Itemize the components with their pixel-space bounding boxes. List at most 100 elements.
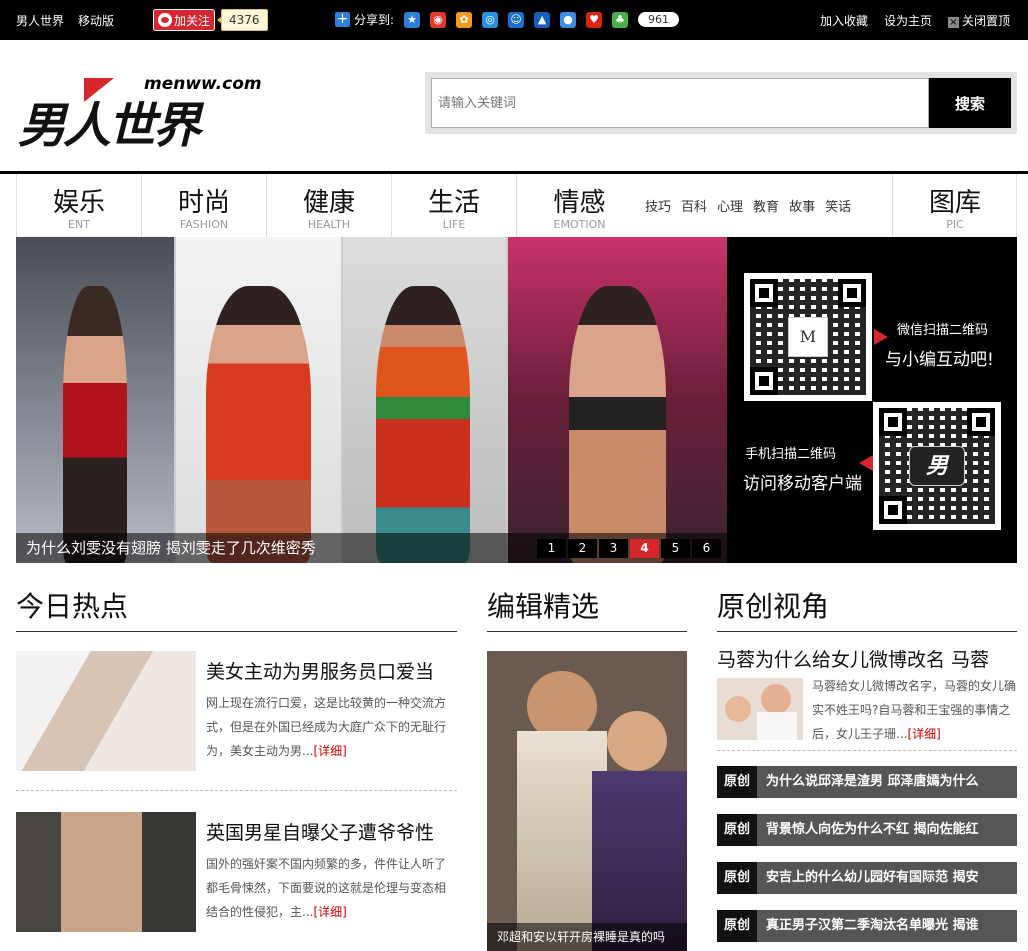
subnav-item-jokes[interactable]: 笑话 bbox=[825, 196, 851, 215]
weibo-follow: 加关注 4376 bbox=[153, 9, 268, 31]
list-item: 英国男星自曝父子遭爷爷性 国外的强奸案不国内频繁的多，件件让人听了都毛骨悚然，下… bbox=[16, 812, 457, 942]
weibo-follower-count: 4376 bbox=[217, 9, 268, 31]
nav-label-cn: 生活 bbox=[427, 188, 480, 218]
news-title[interactable]: 美女主动为男服务员口爱当 bbox=[206, 657, 434, 684]
douban-icon[interactable]: ♥ bbox=[586, 11, 603, 28]
subnav-item-encyclopedia[interactable]: 百科 bbox=[681, 196, 707, 215]
mobile-version-link[interactable]: 移动版 bbox=[78, 12, 114, 29]
banner-page-button[interactable]: 6 bbox=[692, 539, 721, 558]
kaixin-icon[interactable]: ☺ bbox=[508, 11, 525, 28]
editor-pick-caption[interactable]: 邓超和安以轩开房裸睡是真的吗 bbox=[487, 923, 687, 951]
nav-item-ent[interactable]: 娱乐 ENT bbox=[17, 174, 142, 237]
banner-photo bbox=[16, 237, 174, 563]
original-more-link[interactable]: [详细] bbox=[907, 727, 940, 741]
tencent-weibo-icon[interactable]: ◎ bbox=[482, 11, 499, 28]
qq-icon[interactable]: ▲ bbox=[534, 11, 551, 28]
set-homepage-link[interactable]: 设为主页 bbox=[884, 12, 932, 29]
original-tag: 原创 bbox=[717, 814, 757, 846]
banner-pager: 1 2 3 4 5 6 bbox=[537, 539, 721, 558]
nav-item-life[interactable]: 生活 LIFE bbox=[392, 174, 517, 237]
close-top-link[interactable]: × 关闭置顶 bbox=[947, 12, 1010, 29]
section-title-hot[interactable]: 今日热点 bbox=[16, 588, 457, 632]
baidu-icon[interactable]: ● bbox=[560, 11, 577, 28]
banner-page-button-active[interactable]: 4 bbox=[630, 539, 659, 558]
subnav-item-education[interactable]: 教育 bbox=[753, 196, 779, 215]
bookmark-link[interactable]: 加入收藏 bbox=[820, 12, 868, 29]
wechat-qr-line2: 与小编互动吧! bbox=[885, 350, 994, 370]
weibo-icon bbox=[158, 13, 172, 27]
original-tag: 原创 bbox=[717, 910, 757, 942]
original-list-item[interactable]: 原创 真正男子汉第二季淘汰名单曝光 揭谁 bbox=[717, 910, 1017, 942]
nav-item-fashion[interactable]: 时尚 FASHION bbox=[142, 174, 267, 237]
news-desc: 网上现在流行口爱，这是比较黄的一种交流方式，但是在外国已经成为大庭广众下的无耻行… bbox=[206, 691, 456, 763]
weibo-follow-label: 加关注 bbox=[174, 13, 211, 28]
share-count: 961 bbox=[638, 12, 680, 27]
original-lead-desc: 马蓉给女儿微博改名字，马蓉的女儿确实不姓王吗?自马蓉和王宝强的事情之后，女儿王子… bbox=[812, 674, 1018, 746]
original-list-item[interactable]: 原创 背景惊人向佐为什么不红 揭向佐能红 bbox=[717, 814, 1017, 846]
nav-label-en: FASHION bbox=[179, 218, 229, 231]
banner-slideshow[interactable]: 为什么刘雯没有翅膀 揭刘雯走了几次维密秀 1 2 3 4 5 6 bbox=[16, 237, 727, 563]
emotion-subnav: 技巧 百科 心理 教育 故事 笑话 bbox=[645, 196, 851, 215]
banner-photo bbox=[176, 237, 341, 563]
original-list-item[interactable]: 原创 为什么说邱泽是渣男 邱泽唐嫣为什么 bbox=[717, 766, 1017, 798]
nav-label-en: HEALTH bbox=[307, 218, 351, 231]
banner-page-button[interactable]: 5 bbox=[661, 539, 690, 558]
nav-label-cn: 情感 bbox=[553, 188, 606, 218]
original-item-title: 真正男子汉第二季淘汰名单曝光 揭谁 bbox=[766, 918, 979, 933]
banner-page-button[interactable]: 3 bbox=[599, 539, 628, 558]
original-item-title: 安吉上的什么幼儿园好有国际范 揭安 bbox=[766, 870, 979, 885]
nav-label-en: LIFE bbox=[442, 218, 466, 231]
mobile-qr-code: 男 bbox=[873, 402, 1001, 530]
nav-label-en: PIC bbox=[946, 218, 964, 231]
site-logo[interactable]: menww.com 男人世界 bbox=[16, 72, 262, 154]
divider bbox=[16, 790, 457, 791]
subnav-item-skills[interactable]: 技巧 bbox=[645, 196, 671, 215]
sina-weibo-icon[interactable]: ◉ bbox=[430, 11, 447, 28]
banner-page-button[interactable]: 1 bbox=[537, 539, 566, 558]
news-more-link[interactable]: [详细] bbox=[313, 744, 346, 758]
subnav-item-psychology[interactable]: 心理 bbox=[717, 196, 743, 215]
original-lead-thumbnail[interactable] bbox=[717, 678, 803, 740]
wechat-qr-logo: M bbox=[788, 317, 828, 357]
wechat-qr-line1: 微信扫描二维码 bbox=[897, 323, 989, 338]
share-bar: + 分享到: ★ ◉ ✿ ◎ ☺ ▲ ● ♥ ♣ 961 bbox=[335, 11, 680, 28]
section-title-editor[interactable]: 编辑精选 bbox=[487, 588, 687, 632]
original-lead-title[interactable]: 马蓉为什么给女儿微博改名 马蓉 bbox=[717, 645, 989, 672]
logo-text: 男人世界 bbox=[18, 98, 201, 154]
close-icon: × bbox=[947, 17, 959, 28]
divider bbox=[717, 750, 1017, 751]
news-desc: 国外的强奸案不国内频繁的多，件件让人听了都毛骨悚然，下面要说的这就是伦理与变态相… bbox=[206, 852, 456, 924]
subnav-item-story[interactable]: 故事 bbox=[789, 196, 815, 215]
qzone-icon[interactable]: ★ bbox=[404, 11, 421, 28]
search-button[interactable]: 搜索 bbox=[929, 78, 1011, 128]
banner-photo bbox=[343, 237, 506, 563]
news-more-link[interactable]: [详细] bbox=[313, 905, 346, 919]
original-tag: 原创 bbox=[717, 766, 757, 798]
news-title[interactable]: 英国男星自曝父子遭爷爷性 bbox=[206, 818, 434, 845]
mobile-qr-logo: 男 bbox=[909, 446, 965, 486]
renren-icon[interactable]: ✿ bbox=[456, 11, 473, 28]
news-thumbnail[interactable] bbox=[16, 651, 196, 771]
clover-icon[interactable]: ♣ bbox=[612, 11, 629, 28]
section-title-original[interactable]: 原创视角 bbox=[717, 588, 1017, 632]
banner-photo bbox=[508, 237, 727, 563]
nav-label-cn: 时尚 bbox=[177, 188, 230, 218]
banner-page-button[interactable]: 2 bbox=[568, 539, 597, 558]
weibo-follow-button[interactable]: 加关注 bbox=[153, 9, 216, 31]
nav-label-en: EMOTION bbox=[553, 218, 606, 231]
news-thumbnail[interactable] bbox=[16, 812, 196, 932]
nav-label-cn: 娱乐 bbox=[52, 188, 105, 218]
plus-icon[interactable]: + bbox=[335, 12, 350, 27]
list-item: 美女主动为男服务员口爱当 网上现在流行口爱，这是比较黄的一种交流方式，但是在外国… bbox=[16, 651, 457, 781]
nav-label-cn: 健康 bbox=[302, 188, 355, 218]
editor-pick-photo[interactable]: 邓超和安以轩开房裸睡是真的吗 bbox=[487, 651, 687, 951]
site-name-link[interactable]: 男人世界 bbox=[16, 12, 64, 29]
main-nav: 娱乐 ENT 时尚 FASHION 健康 HEALTH 生活 LIFE 情感 E… bbox=[0, 171, 1028, 237]
nav-item-pic[interactable]: 图库 PIC bbox=[892, 174, 1017, 237]
nav-item-health[interactable]: 健康 HEALTH bbox=[267, 174, 392, 237]
original-list-item[interactable]: 原创 安吉上的什么幼儿园好有国际范 揭安 bbox=[717, 862, 1017, 894]
search-input[interactable] bbox=[431, 78, 929, 128]
nav-item-emotion[interactable]: 情感 EMOTION bbox=[517, 174, 642, 237]
top-bar: 男人世界 移动版 加关注 4376 + 分享到: ★ ◉ ✿ ◎ ☺ ▲ ● ♥… bbox=[0, 0, 1028, 40]
wechat-qr-code: M bbox=[744, 273, 872, 401]
